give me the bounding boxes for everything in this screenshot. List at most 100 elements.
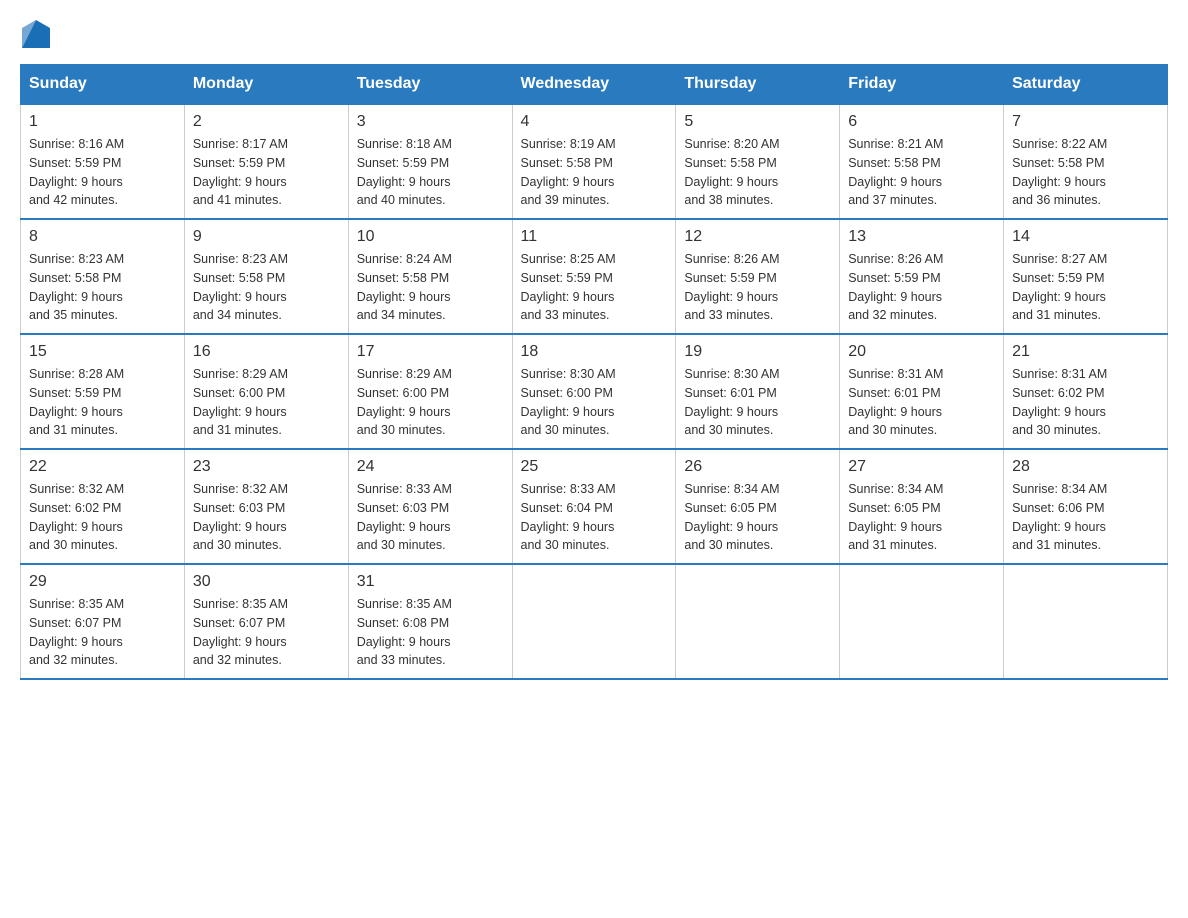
calendar-cell: 3 Sunrise: 8:18 AMSunset: 5:59 PMDaylight… bbox=[348, 104, 512, 219]
day-info: Sunrise: 8:28 AMSunset: 5:59 PMDaylight:… bbox=[29, 365, 176, 440]
day-number: 18 bbox=[521, 343, 668, 361]
calendar-cell: 25 Sunrise: 8:33 AMSunset: 6:04 PMDayligh… bbox=[512, 449, 676, 564]
calendar-week-5: 29Sunrise: 8:35 AMSunset: 6:07 PMDayligh… bbox=[21, 564, 1168, 679]
day-info: Sunrise: 8:24 AMSunset: 5:58 PMDaylight:… bbox=[357, 250, 504, 325]
day-info: Sunrise: 8:32 AMSunset: 6:02 PMDaylight:… bbox=[29, 480, 176, 555]
calendar-cell: 29Sunrise: 8:35 AMSunset: 6:07 PMDayligh… bbox=[21, 564, 185, 679]
day-number: 11 bbox=[521, 228, 668, 246]
day-info: Sunrise: 8:29 AMSunset: 6:00 PMDaylight:… bbox=[357, 365, 504, 440]
page-header bbox=[20, 20, 1168, 48]
col-header-friday: Friday bbox=[840, 65, 1004, 105]
calendar-cell bbox=[676, 564, 840, 679]
calendar-table: SundayMondayTuesdayWednesdayThursdayFrid… bbox=[20, 64, 1168, 680]
day-info: Sunrise: 8:23 AMSunset: 5:58 PMDaylight:… bbox=[29, 250, 176, 325]
day-info: Sunrise: 8:23 AMSunset: 5:58 PMDaylight:… bbox=[193, 250, 340, 325]
calendar-cell bbox=[1004, 564, 1168, 679]
calendar-cell: 14 Sunrise: 8:27 AMSunset: 5:59 PMDayligh… bbox=[1004, 219, 1168, 334]
day-number: 2 bbox=[193, 113, 340, 131]
day-info: Sunrise: 8:19 AMSunset: 5:58 PMDaylight:… bbox=[521, 135, 668, 210]
day-info: Sunrise: 8:29 AMSunset: 6:00 PMDaylight:… bbox=[193, 365, 340, 440]
calendar-cell: 12 Sunrise: 8:26 AMSunset: 5:59 PMDayligh… bbox=[676, 219, 840, 334]
day-number: 14 bbox=[1012, 228, 1159, 246]
day-number: 6 bbox=[848, 113, 995, 131]
calendar-week-4: 22 Sunrise: 8:32 AMSunset: 6:02 PMDayligh… bbox=[21, 449, 1168, 564]
calendar-cell: 26 Sunrise: 8:34 AMSunset: 6:05 PMDayligh… bbox=[676, 449, 840, 564]
calendar-cell: 31 Sunrise: 8:35 AMSunset: 6:08 PMDayligh… bbox=[348, 564, 512, 679]
col-header-saturday: Saturday bbox=[1004, 65, 1168, 105]
day-number: 10 bbox=[357, 228, 504, 246]
day-info: Sunrise: 8:26 AMSunset: 5:59 PMDaylight:… bbox=[848, 250, 995, 325]
day-number: 31 bbox=[357, 573, 504, 591]
logo-icon bbox=[22, 20, 50, 48]
day-number: 30 bbox=[193, 573, 340, 591]
calendar-cell: 6 Sunrise: 8:21 AMSunset: 5:58 PMDaylight… bbox=[840, 104, 1004, 219]
calendar-cell: 8 Sunrise: 8:23 AMSunset: 5:58 PMDaylight… bbox=[21, 219, 185, 334]
day-info: Sunrise: 8:30 AMSunset: 6:01 PMDaylight:… bbox=[684, 365, 831, 440]
day-info: Sunrise: 8:27 AMSunset: 5:59 PMDaylight:… bbox=[1012, 250, 1159, 325]
day-info: Sunrise: 8:35 AMSunset: 6:08 PMDaylight:… bbox=[357, 595, 504, 670]
calendar-cell: 7Sunrise: 8:22 AMSunset: 5:58 PMDaylight… bbox=[1004, 104, 1168, 219]
calendar-cell: 4 Sunrise: 8:19 AMSunset: 5:58 PMDaylight… bbox=[512, 104, 676, 219]
day-number: 26 bbox=[684, 458, 831, 476]
day-info: Sunrise: 8:26 AMSunset: 5:59 PMDaylight:… bbox=[684, 250, 831, 325]
day-number: 17 bbox=[357, 343, 504, 361]
day-number: 27 bbox=[848, 458, 995, 476]
calendar-cell bbox=[840, 564, 1004, 679]
day-number: 15 bbox=[29, 343, 176, 361]
day-info: Sunrise: 8:18 AMSunset: 5:59 PMDaylight:… bbox=[357, 135, 504, 210]
calendar-cell: 30 Sunrise: 8:35 AMSunset: 6:07 PMDayligh… bbox=[184, 564, 348, 679]
day-info: Sunrise: 8:16 AMSunset: 5:59 PMDaylight:… bbox=[29, 135, 176, 210]
day-number: 3 bbox=[357, 113, 504, 131]
day-number: 5 bbox=[684, 113, 831, 131]
calendar-cell: 28 Sunrise: 8:34 AMSunset: 6:06 PMDayligh… bbox=[1004, 449, 1168, 564]
day-number: 28 bbox=[1012, 458, 1159, 476]
calendar-cell: 18 Sunrise: 8:30 AMSunset: 6:00 PMDayligh… bbox=[512, 334, 676, 449]
col-header-wednesday: Wednesday bbox=[512, 65, 676, 105]
calendar-cell: 24Sunrise: 8:33 AMSunset: 6:03 PMDayligh… bbox=[348, 449, 512, 564]
day-number: 12 bbox=[684, 228, 831, 246]
col-header-tuesday: Tuesday bbox=[348, 65, 512, 105]
day-number: 25 bbox=[521, 458, 668, 476]
calendar-cell: 9 Sunrise: 8:23 AMSunset: 5:58 PMDaylight… bbox=[184, 219, 348, 334]
calendar-cell: 22 Sunrise: 8:32 AMSunset: 6:02 PMDayligh… bbox=[21, 449, 185, 564]
day-number: 8 bbox=[29, 228, 176, 246]
day-info: Sunrise: 8:22 AMSunset: 5:58 PMDaylight:… bbox=[1012, 135, 1159, 210]
day-info: Sunrise: 8:34 AMSunset: 6:05 PMDaylight:… bbox=[684, 480, 831, 555]
day-info: Sunrise: 8:21 AMSunset: 5:58 PMDaylight:… bbox=[848, 135, 995, 210]
day-number: 21 bbox=[1012, 343, 1159, 361]
calendar-cell: 11 Sunrise: 8:25 AMSunset: 5:59 PMDayligh… bbox=[512, 219, 676, 334]
day-info: Sunrise: 8:35 AMSunset: 6:07 PMDaylight:… bbox=[193, 595, 340, 670]
day-number: 4 bbox=[521, 113, 668, 131]
calendar-cell: 20Sunrise: 8:31 AMSunset: 6:01 PMDayligh… bbox=[840, 334, 1004, 449]
day-number: 19 bbox=[684, 343, 831, 361]
day-number: 9 bbox=[193, 228, 340, 246]
day-info: Sunrise: 8:30 AMSunset: 6:00 PMDaylight:… bbox=[521, 365, 668, 440]
calendar-cell: 23 Sunrise: 8:32 AMSunset: 6:03 PMDayligh… bbox=[184, 449, 348, 564]
day-info: Sunrise: 8:34 AMSunset: 6:06 PMDaylight:… bbox=[1012, 480, 1159, 555]
calendar-cell: 10 Sunrise: 8:24 AMSunset: 5:58 PMDayligh… bbox=[348, 219, 512, 334]
day-number: 23 bbox=[193, 458, 340, 476]
day-info: Sunrise: 8:31 AMSunset: 6:01 PMDaylight:… bbox=[848, 365, 995, 440]
day-number: 1 bbox=[29, 113, 176, 131]
col-header-sunday: Sunday bbox=[21, 65, 185, 105]
calendar-week-3: 15 Sunrise: 8:28 AMSunset: 5:59 PMDayligh… bbox=[21, 334, 1168, 449]
calendar-cell: 5Sunrise: 8:20 AMSunset: 5:58 PMDaylight… bbox=[676, 104, 840, 219]
calendar-week-1: 1 Sunrise: 8:16 AMSunset: 5:59 PMDaylight… bbox=[21, 104, 1168, 219]
calendar-cell: 13Sunrise: 8:26 AMSunset: 5:59 PMDayligh… bbox=[840, 219, 1004, 334]
calendar-week-2: 8 Sunrise: 8:23 AMSunset: 5:58 PMDaylight… bbox=[21, 219, 1168, 334]
day-number: 24 bbox=[357, 458, 504, 476]
day-info: Sunrise: 8:33 AMSunset: 6:04 PMDaylight:… bbox=[521, 480, 668, 555]
col-header-thursday: Thursday bbox=[676, 65, 840, 105]
col-header-monday: Monday bbox=[184, 65, 348, 105]
calendar-cell: 21Sunrise: 8:31 AMSunset: 6:02 PMDayligh… bbox=[1004, 334, 1168, 449]
day-number: 22 bbox=[29, 458, 176, 476]
logo bbox=[20, 20, 52, 48]
calendar-cell: 2 Sunrise: 8:17 AMSunset: 5:59 PMDaylight… bbox=[184, 104, 348, 219]
day-info: Sunrise: 8:32 AMSunset: 6:03 PMDaylight:… bbox=[193, 480, 340, 555]
day-info: Sunrise: 8:35 AMSunset: 6:07 PMDaylight:… bbox=[29, 595, 176, 670]
day-info: Sunrise: 8:25 AMSunset: 5:59 PMDaylight:… bbox=[521, 250, 668, 325]
calendar-cell: 16Sunrise: 8:29 AMSunset: 6:00 PMDayligh… bbox=[184, 334, 348, 449]
calendar-cell: 1 Sunrise: 8:16 AMSunset: 5:59 PMDaylight… bbox=[21, 104, 185, 219]
day-info: Sunrise: 8:17 AMSunset: 5:59 PMDaylight:… bbox=[193, 135, 340, 210]
calendar-header-row: SundayMondayTuesdayWednesdayThursdayFrid… bbox=[21, 65, 1168, 105]
